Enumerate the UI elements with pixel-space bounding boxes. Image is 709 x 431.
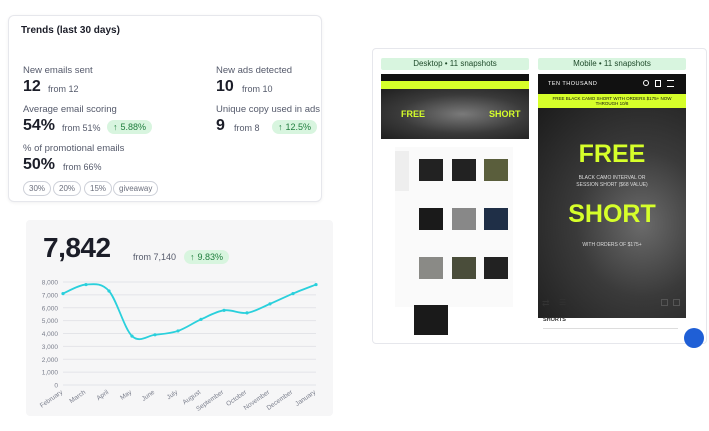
data-point[interactable] — [130, 334, 134, 338]
mobile-snapshot[interactable]: TEN THOUSAND FREE BLACK CAMO SHORT WITH … — [538, 74, 686, 318]
product-thumb — [452, 159, 476, 181]
data-point[interactable] — [107, 289, 111, 293]
mobile-hero-line: BLACK CAMO INTERVAL OR SESSION SHORT ($6… — [576, 175, 648, 188]
mobile-hero-word1: FREE — [578, 140, 646, 168]
promo-label: % of promotional emails — [23, 143, 125, 154]
mobile-hero-word2: SHORT — [568, 200, 656, 228]
y-tick-label: 5,000 — [42, 318, 59, 325]
desktop-hero-word1: FREE — [401, 109, 426, 119]
x-tick-label: March — [68, 389, 87, 405]
data-point[interactable] — [291, 291, 295, 296]
avg-scoring-change: 5.88% — [120, 122, 147, 132]
mobile-promo-banner: FREE BLACK CAMO SHORT WITH ORDERS $175+ … — [538, 94, 686, 108]
x-tick-label: May — [119, 388, 134, 401]
unique-copy-value: 9 — [216, 117, 225, 134]
data-point[interactable] — [61, 291, 65, 296]
y-tick-label: 4,000 — [42, 331, 59, 338]
x-tick-label: June — [141, 389, 157, 403]
desktop-product-grid[interactable] — [395, 147, 513, 307]
cart-icon — [655, 80, 661, 87]
y-tick-label: 7,000 — [42, 292, 59, 299]
avg-scoring-value: 54% — [23, 117, 56, 134]
product-thumb — [484, 208, 508, 230]
data-point[interactable] — [245, 311, 249, 315]
account-icon — [643, 80, 649, 86]
promo-from: from 66% — [63, 162, 102, 172]
new-emails-value: 12 — [23, 78, 41, 95]
new-ads-label: New ads detected — [216, 65, 293, 76]
chat-button[interactable] — [684, 328, 704, 348]
mobile-hero-sub: WITH ORDERS OF $175+ — [582, 242, 642, 248]
mobile-brand-logo: TEN THOUSAND — [548, 81, 598, 87]
data-point[interactable] — [84, 282, 88, 287]
mobile-snapshots-header[interactable]: Mobile • 11 snapshots — [538, 58, 686, 70]
unique-copy-change-badge: ↑ 12.5% — [272, 120, 318, 134]
desktop-footer-block — [414, 305, 448, 335]
y-tick-label: 6,000 — [42, 305, 59, 312]
tag-chip[interactable]: giveaway — [113, 181, 159, 196]
promo-value: 50% — [23, 156, 56, 173]
y-tick-label: 8,000 — [42, 280, 59, 287]
product-thumb — [452, 208, 476, 230]
menu-icon — [667, 80, 674, 87]
arrow-up-icon: ↑ — [278, 122, 283, 132]
new-ads-value: 10 — [216, 78, 234, 95]
unique-copy-label: Unique copy used in ads — [216, 104, 321, 115]
tag-chip[interactable]: 15% — [84, 181, 113, 196]
new-emails-from: from 12 — [48, 84, 79, 94]
product-thumb — [452, 257, 476, 279]
new-emails-label: New emails sent — [23, 65, 93, 76]
trends-title: Trends (last 30 days) — [21, 25, 120, 36]
product-thumb — [419, 208, 443, 230]
y-tick-label: 3,000 — [42, 344, 59, 351]
unique-copy-from: from 8 — [234, 123, 260, 133]
arrow-up-icon: ↑ — [113, 122, 118, 132]
desktop-hero-word2: SHORT — [489, 109, 521, 119]
desktop-hero-image[interactable]: FREE SHORT — [381, 74, 529, 139]
x-tick-label: February — [39, 388, 65, 409]
desktop-snapshots-header[interactable]: Desktop • 11 snapshots — [381, 58, 529, 70]
product-thumb — [484, 159, 508, 181]
product-thumb — [419, 257, 443, 279]
avg-scoring-change-badge: ↑ 5.88% — [107, 120, 153, 134]
product-thumb — [419, 159, 443, 181]
y-tick-label: 0 — [54, 383, 58, 390]
y-tick-label: 2,000 — [42, 357, 59, 364]
x-tick-label: January — [294, 388, 318, 407]
x-tick-label: December — [266, 388, 295, 411]
line-chart: 8,000 7,000 6,000 5,000 4,000 3,000 2,000 1,000… — [39, 280, 318, 413]
data-point[interactable] — [153, 333, 157, 337]
sort-icon[interactable]: ☰ — [559, 298, 566, 307]
tag-chip[interactable]: 20% — [53, 181, 82, 196]
list-view-icon[interactable] — [673, 299, 680, 306]
snapshots-panel: Desktop • 11 snapshots Mobile • 11 snaps… — [372, 48, 707, 348]
filter-icon[interactable]: ⇄ — [542, 298, 550, 309]
series-line — [62, 283, 317, 341]
data-point[interactable] — [268, 302, 272, 306]
avg-scoring-from: from 51% — [62, 123, 101, 133]
data-point[interactable] — [199, 317, 203, 321]
data-point[interactable] — [222, 308, 226, 312]
desktop-promo-banner — [381, 81, 529, 89]
desktop-filter-sidebar — [395, 151, 409, 191]
data-point[interactable] — [176, 329, 180, 333]
trends-card: Trends (last 30 days) New emails sent 12… — [8, 15, 322, 202]
desktop-nav-bar — [381, 74, 529, 81]
grid-view-icon[interactable] — [661, 299, 668, 306]
y-tick-label: 1,000 — [42, 370, 59, 377]
mobile-section-title: SHORTS — [543, 317, 566, 323]
chart-card: 7,842 from 7,140 ↑ 9.83% 8,000 7,000 6,000 5… — [26, 220, 333, 416]
new-ads-from: from 10 — [242, 84, 273, 94]
unique-copy-change: 12.5% — [285, 122, 312, 132]
tag-chip[interactable]: 30% — [23, 181, 52, 196]
x-tick-label: April — [95, 389, 110, 403]
data-point[interactable] — [314, 282, 318, 287]
x-tick-label: July — [166, 388, 180, 401]
product-thumb — [484, 257, 508, 279]
divider — [543, 328, 678, 329]
avg-scoring-label: Average email scoring — [23, 104, 117, 115]
